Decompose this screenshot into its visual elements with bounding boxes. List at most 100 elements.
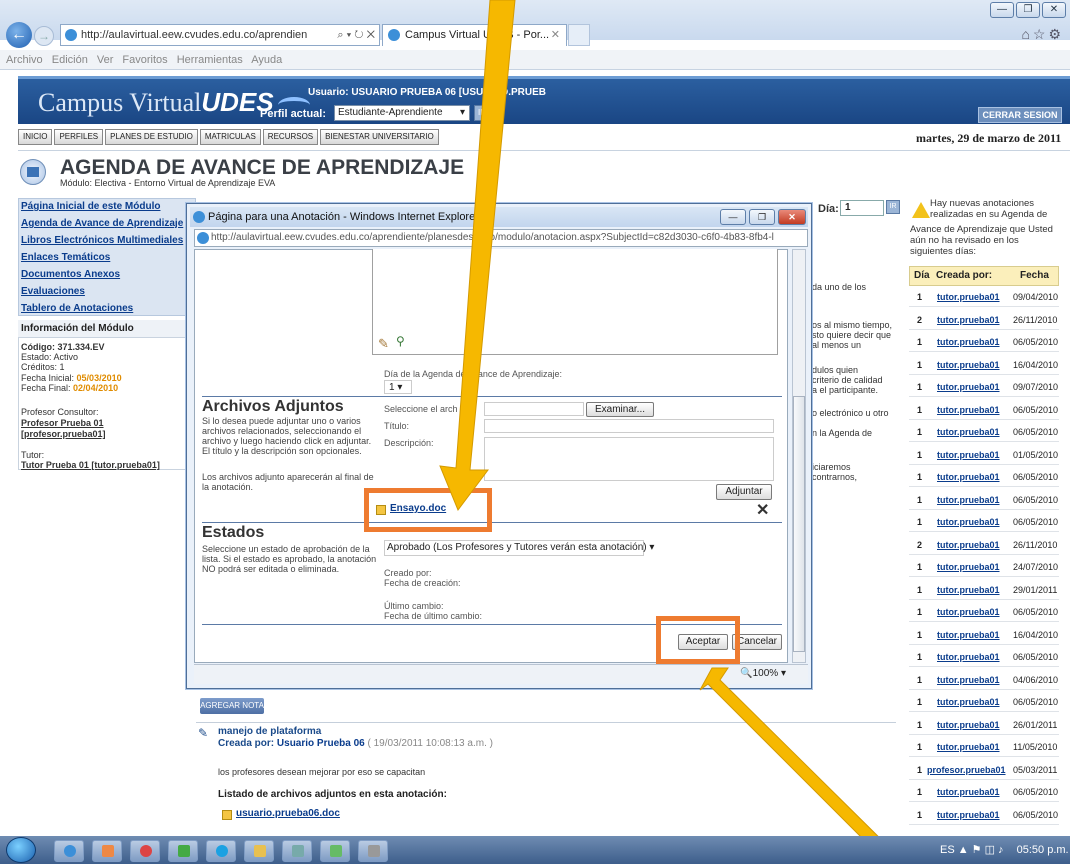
- row-fecha: 24/07/2010: [1013, 562, 1059, 572]
- row-creador-link[interactable]: tutor.prueba01: [937, 445, 1000, 465]
- row-creador-link[interactable]: profesor.prueba01: [927, 760, 1006, 780]
- row-creador-link[interactable]: tutor.prueba01: [937, 602, 1000, 622]
- users-taskbar-icon[interactable]: [168, 840, 198, 862]
- dia-select[interactable]: 1: [840, 200, 884, 216]
- row-creador-link[interactable]: tutor.prueba01: [937, 377, 1000, 397]
- tab-close-icon[interactable]: ✕: [551, 25, 560, 45]
- row-creador-link[interactable]: tutor.prueba01: [937, 400, 1000, 420]
- tool-taskbar-icon[interactable]: [358, 840, 388, 862]
- row-creador-link[interactable]: tutor.prueba01: [937, 332, 1000, 352]
- row-creador-link[interactable]: tutor.prueba01: [937, 535, 1000, 555]
- row-creador-link[interactable]: tutor.prueba01: [937, 782, 1000, 802]
- popup-ie-icon: [193, 211, 205, 223]
- row-creador-link[interactable]: tutor.prueba01: [937, 422, 1000, 442]
- delete-attachment-icon[interactable]: ✕: [756, 500, 769, 520]
- titulo-input[interactable]: [484, 419, 774, 433]
- perfil-ir-button[interactable]: IR: [474, 105, 490, 121]
- nav-matriculas[interactable]: MATRICULAS: [199, 129, 261, 145]
- clock[interactable]: 05:50 p.m.: [1017, 844, 1069, 856]
- examinar-button[interactable]: Examinar...: [586, 402, 654, 417]
- popup-close-icon[interactable]: ✕: [778, 209, 806, 225]
- perfil-select[interactable]: Estudiante-Aprendiente: [334, 105, 470, 121]
- folder-taskbar-icon[interactable]: [244, 840, 274, 862]
- row-creador-link[interactable]: tutor.prueba01: [937, 467, 1000, 487]
- row-creador-link[interactable]: tutor.prueba01: [937, 692, 1000, 712]
- seleccione-label: Seleccione el arch: [384, 404, 458, 414]
- back-button[interactable]: ←: [6, 22, 32, 48]
- sidebar-link-evaluaciones[interactable]: Evaluaciones: [21, 286, 85, 297]
- row-creador-link[interactable]: tutor.prueba01: [937, 805, 1000, 825]
- dia-agenda-select[interactable]: 1 ▾: [384, 380, 412, 394]
- media-taskbar-icon[interactable]: [320, 840, 350, 862]
- nav-planes[interactable]: PLANES DE ESTUDIO: [105, 129, 198, 145]
- pencil-icon[interactable]: ✎: [378, 336, 389, 352]
- popup-url: http://aulavirtual.eew.cvudes.edu.co/apr…: [211, 232, 774, 243]
- profesor-user-link[interactable]: [profesor.prueba01]: [21, 429, 106, 439]
- language-indicator[interactable]: ES: [940, 844, 955, 856]
- highlight-box-attachment: [364, 488, 492, 532]
- row-creador-link[interactable]: tutor.prueba01: [937, 647, 1000, 667]
- restore-icon[interactable]: ❐: [1016, 2, 1040, 18]
- row-creador-link[interactable]: tutor.prueba01: [937, 355, 1000, 375]
- tutor-link[interactable]: Tutor Prueba 01 [tutor.prueba01]: [21, 460, 160, 470]
- zoom-level[interactable]: 100%: [753, 668, 779, 679]
- attachment-link[interactable]: usuario.prueba06.doc: [236, 808, 340, 819]
- row-creador-link[interactable]: tutor.prueba01: [937, 715, 1000, 735]
- zoom-icon[interactable]: 🔍: [740, 668, 752, 679]
- row-fecha: 16/04/2010: [1013, 359, 1059, 370]
- start-button-icon[interactable]: [6, 837, 36, 863]
- app-taskbar-icon[interactable]: [92, 840, 122, 862]
- sidebar-link-tablero[interactable]: Tablero de Anotaciones: [21, 303, 133, 314]
- estado-select[interactable]: Aprobado (Los Profesores y Tutores verán…: [384, 540, 654, 556]
- row-creador-link[interactable]: tutor.prueba01: [937, 580, 1000, 600]
- forward-button[interactable]: →: [34, 26, 54, 46]
- nav-bienestar[interactable]: BIENESTAR UNIVERSITARIO: [320, 129, 439, 145]
- logout-button[interactable]: CERRAR SESION: [978, 107, 1062, 123]
- row-creador-link[interactable]: tutor.prueba01: [937, 287, 1000, 307]
- row-creador-link[interactable]: tutor.prueba01: [937, 310, 1000, 330]
- notif-table-row: 2 tutor.prueba01 26/11/2010: [909, 310, 1059, 330]
- annotation-title[interactable]: manejo de plataforma: [218, 726, 321, 737]
- nav-inicio[interactable]: INICIO: [18, 129, 53, 145]
- descripcion-input[interactable]: [484, 437, 774, 481]
- row-creador-link[interactable]: tutor.prueba01: [937, 625, 1000, 645]
- search-icon[interactable]: ⚲: [396, 334, 405, 348]
- chrome-taskbar-icon[interactable]: [130, 840, 160, 862]
- browser-tab[interactable]: Campus Virtual UDES - Por... ✕: [382, 24, 567, 46]
- sidebar-link-agenda[interactable]: Agenda de Avance de Aprendizaje: [21, 218, 183, 229]
- nav-perfiles[interactable]: PERFILES: [54, 129, 104, 145]
- row-creador-link[interactable]: tutor.prueba01: [937, 557, 1000, 577]
- address-bar[interactable]: http://aulavirtual.eew.cvudes.edu.co/apr…: [60, 24, 380, 46]
- annotation-editor[interactable]: [372, 249, 778, 355]
- sidebar-link-inicio[interactable]: Página Inicial de este Módulo: [21, 201, 160, 212]
- popup-minimize-icon[interactable]: —: [720, 209, 746, 225]
- estado-value: Aprobado (Los Profesores y Tutores verán…: [387, 542, 647, 553]
- address-tools-icon[interactable]: ⌕ ▾ ↻ ✕: [337, 25, 375, 45]
- profesor-link[interactable]: Profesor Prueba 01: [21, 418, 104, 428]
- home-star-gear-icons[interactable]: ⌂☆⚙: [1021, 26, 1064, 43]
- close-window-icon[interactable]: ✕: [1042, 2, 1066, 18]
- sidebar-link-documentos[interactable]: Documentos Anexos: [21, 269, 120, 280]
- row-creador-link[interactable]: tutor.prueba01: [937, 670, 1000, 690]
- sidebar-link-libros[interactable]: Libros Electrónicos Multimediales: [21, 235, 183, 246]
- tab-title: Campus Virtual UDES - Por...: [405, 29, 550, 41]
- row-creador-link[interactable]: tutor.prueba01: [937, 490, 1000, 510]
- minimize-icon[interactable]: —: [990, 2, 1014, 18]
- sidebar-link-enlaces[interactable]: Enlaces Temáticos: [21, 252, 110, 263]
- dia-ir-button[interactable]: IR: [886, 200, 900, 214]
- fecha-creacion-label: Fecha de creación:: [384, 578, 461, 588]
- skype-taskbar-icon[interactable]: [206, 840, 236, 862]
- nav-recursos[interactable]: RECURSOS: [262, 129, 319, 145]
- row-creador-link[interactable]: tutor.prueba01: [937, 737, 1000, 757]
- row-creador-link[interactable]: tutor.prueba01: [937, 512, 1000, 532]
- new-tab-button[interactable]: [568, 24, 590, 46]
- ie-taskbar-icon[interactable]: [54, 840, 84, 862]
- file-input[interactable]: [484, 402, 584, 416]
- agregar-nota-button[interactable]: AGREGAR NOTA: [200, 698, 264, 714]
- popup-address-bar[interactable]: http://aulavirtual.eew.cvudes.edu.co/apr…: [194, 229, 808, 247]
- adjuntar-button[interactable]: Adjuntar: [716, 484, 772, 500]
- popup-scroll-thumb[interactable]: [793, 396, 805, 652]
- menu-bar[interactable]: Archivo Edición Ver Favoritos Herramient…: [0, 50, 1070, 70]
- popup-restore-icon[interactable]: ❐: [749, 209, 775, 225]
- explorer-taskbar-icon[interactable]: [282, 840, 312, 862]
